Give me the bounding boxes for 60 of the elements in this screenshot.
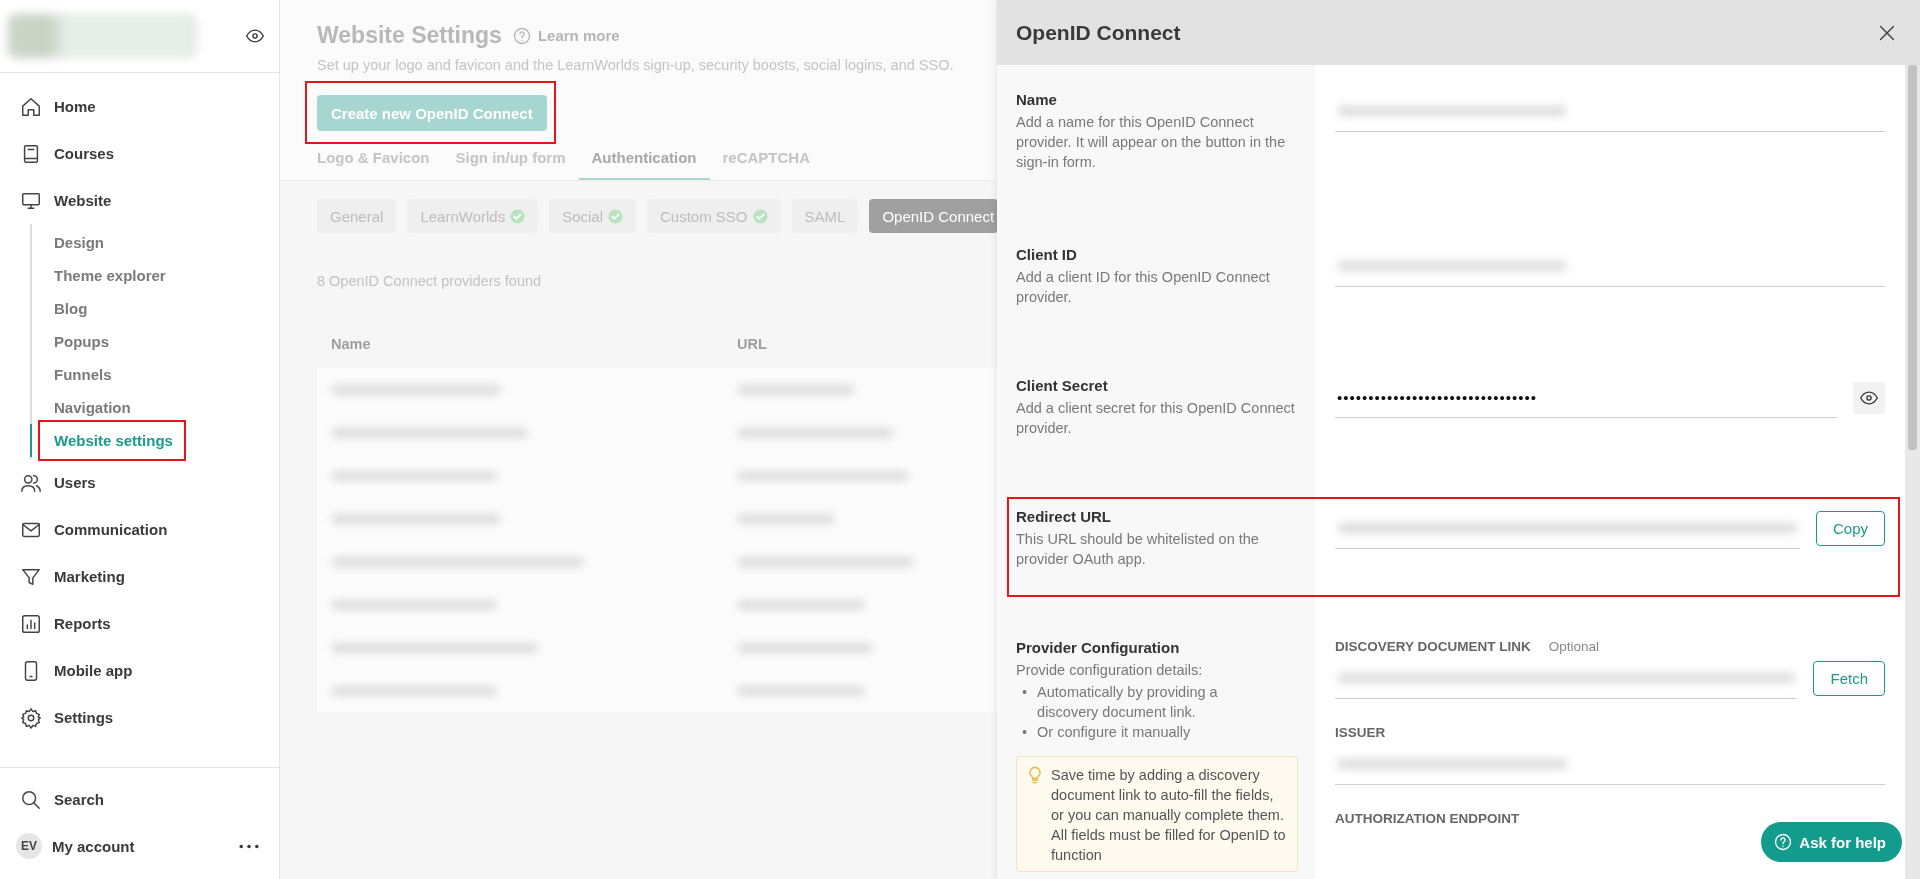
field-label: Client Secret <box>1016 377 1109 394</box>
tip-text: Save time by adding a discovery document link to auto-fill the fields, or you can manually complete them. All fields must be filled for OpenID to function <box>1051 766 1287 865</box>
bullet-item: Automatically by providing a discovery document link. <box>1037 683 1219 722</box>
nav-item[interactable]: Mobile app <box>0 647 279 694</box>
nav-subitem[interactable]: Website settings <box>50 432 177 449</box>
show-password-button[interactable] <box>1853 381 1885 414</box>
field-label: AUTHORIZATION ENDPOINT <box>1335 811 1520 826</box>
column-header: URL <box>723 334 997 368</box>
bullet-marker: • <box>1022 683 1028 702</box>
nav-item[interactable]: Settings <box>0 694 279 741</box>
nav-subitem[interactable]: Design <box>50 234 108 251</box>
bullet-marker: • <box>1022 723 1028 742</box>
help-button[interactable]: Ask for help <box>1761 822 1902 862</box>
check-icon <box>752 208 768 224</box>
password-value: •••••••••••••••••••••••••••••••• <box>1337 388 1538 406</box>
nav-subitem[interactable]: Blog <box>50 300 92 317</box>
search-link[interactable]: Search <box>0 776 279 823</box>
nav-item[interactable]: Marketing <box>0 553 279 600</box>
nav-subitem[interactable]: Theme explorer <box>50 267 170 284</box>
field-label: Name <box>1016 91 1058 108</box>
field-description: Add a client ID for this OpenID Connect provider. <box>1016 268 1271 307</box>
nav-item[interactable]: Users <box>0 459 279 506</box>
nav-item[interactable]: Website <box>0 177 279 224</box>
check-icon <box>510 208 526 224</box>
home-icon <box>20 95 42 118</box>
action-button[interactable]: Copy <box>1815 511 1885 546</box>
avatar[interactable]: EV <box>16 833 42 859</box>
nav-item[interactable]: Courses <box>0 130 279 177</box>
field-description: Add a name for this OpenID Connect provider. It will appear on the button in the sign-in form. <box>1016 113 1287 172</box>
scrollbar[interactable] <box>1905 65 1920 879</box>
account-label[interactable]: My account <box>52 837 229 855</box>
nav-item[interactable]: Reports <box>0 600 279 647</box>
panel-title: OpenID Connect <box>1016 20 1181 45</box>
nav-subitem[interactable]: Funnels <box>50 366 116 383</box>
field-label: Client ID <box>1016 246 1078 263</box>
optional-note: Optional <box>1548 639 1600 654</box>
check-icon <box>608 208 623 224</box>
nav-item[interactable]: Home <box>0 83 279 130</box>
field-description: Provide configuration details: <box>1016 661 1204 680</box>
page-title: Website Settings <box>317 22 502 49</box>
filter-pill[interactable]: OpenID Connect <box>869 199 997 233</box>
input-field[interactable]: •••••••••••••••••••••••••••••••• <box>1335 377 1837 418</box>
field-label: ISSUER <box>1335 725 1386 740</box>
search-icon <box>20 788 42 811</box>
more-icon[interactable] <box>239 843 259 849</box>
help-icon <box>1773 832 1794 852</box>
column-header: Name <box>317 334 723 368</box>
field-description: Add a client secret for this OpenID Connect provider. <box>1016 399 1295 438</box>
field-label: Redirect URL <box>1016 508 1113 525</box>
action-button[interactable]: Fetch <box>1813 661 1885 696</box>
nav-subitem[interactable]: Navigation <box>50 399 135 416</box>
chart-icon <box>20 612 42 635</box>
nav-subitem[interactable]: Popups <box>50 333 113 350</box>
settings-icon <box>20 706 42 729</box>
nav-item[interactable]: Communication <box>0 506 279 553</box>
field-label: DISCOVERY DOCUMENT LINK <box>1335 639 1531 654</box>
bullet-item: Or configure it manually <box>1037 723 1191 742</box>
help-icon <box>511 25 532 46</box>
field-label: Provider Configuration <box>1016 639 1181 656</box>
field-description: This URL should be whitelisted on the provider OAuth app. <box>1016 530 1260 569</box>
